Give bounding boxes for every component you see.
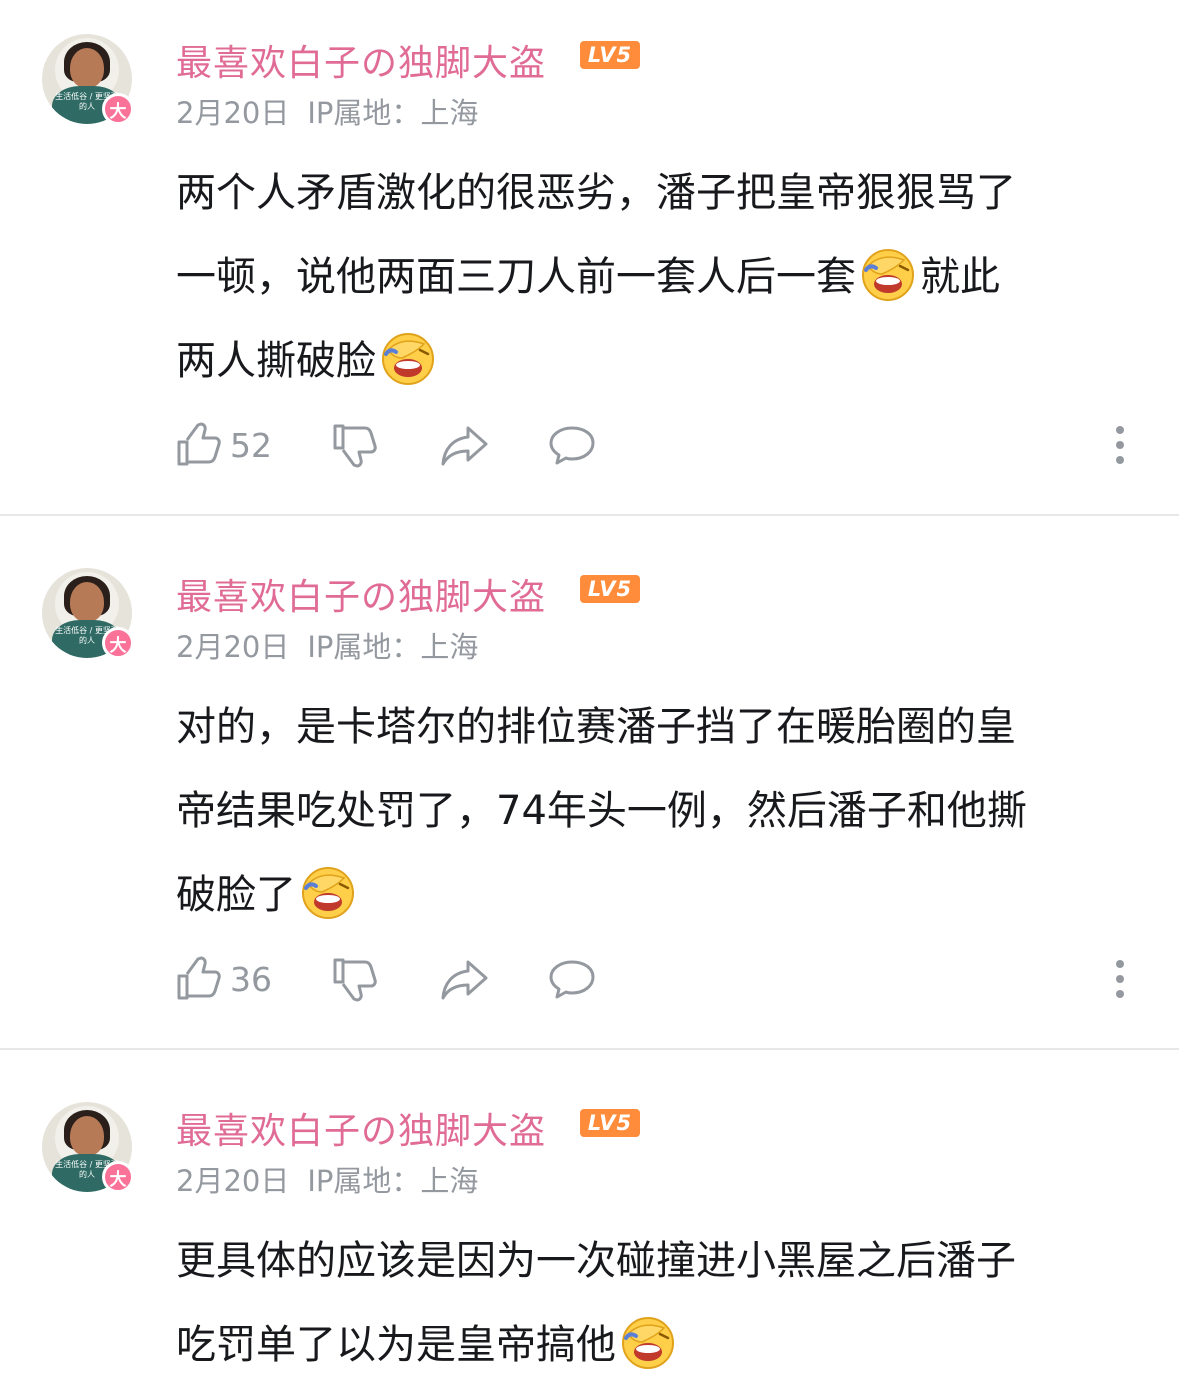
comment-meta: 2月20日 IP属地：上海 bbox=[176, 1158, 478, 1200]
username[interactable]: 最喜欢白子の独脚大盗 bbox=[176, 1102, 546, 1154]
comment-line: 对的，是卡塔尔的排位赛潘子挡了在暖胎圈的皇 bbox=[176, 704, 1016, 750]
comment-line: 吃罚单了以为是皇帝搞他 bbox=[176, 1303, 1136, 1387]
more-vertical-icon[interactable] bbox=[1116, 420, 1124, 470]
comment-actions: 36 bbox=[176, 954, 1136, 1004]
reply-button[interactable] bbox=[548, 420, 596, 470]
comment-date: 2月20日 bbox=[176, 1164, 290, 1198]
comment-line-text: 吃罚单了以为是皇帝搞他 bbox=[176, 1322, 616, 1368]
comment-date: 2月20日 bbox=[176, 630, 290, 664]
ip-location: IP属地：上海 bbox=[307, 630, 479, 664]
comment-date: 2月20日 bbox=[176, 96, 290, 130]
comment-line-text: 一顿，说他两面三刀人前一套人后一套 bbox=[176, 254, 856, 300]
like-count: 36 bbox=[230, 959, 272, 999]
comment-item: 生活低谷 / 更坚强的人 大 最喜欢白子の独脚大盗 LV5 2月20日 IP属地：… bbox=[0, 1068, 1179, 1383]
comment-text: 更具体的应该是因为一次碰撞进小黑屋之后潘子 吃罚单了以为是皇帝搞他 bbox=[176, 1219, 1136, 1387]
avatar-badge: 大 bbox=[102, 93, 134, 125]
reply-bubble-icon bbox=[549, 960, 595, 999]
comment-meta: 2月20日 IP属地：上海 bbox=[176, 90, 478, 132]
like-button[interactable]: 36 bbox=[176, 954, 272, 1004]
facepalm-laugh-emoji bbox=[300, 864, 356, 920]
comment-line: 两个人矛盾激化的很恶劣，潘子把皇帝狠狠骂了 bbox=[176, 170, 1016, 216]
level-badge: LV5 bbox=[580, 41, 640, 69]
comment-text: 两个人矛盾激化的很恶劣，潘子把皇帝狠狠骂了 一顿，说他两面三刀人前一套人后一套 就… bbox=[176, 151, 1136, 403]
level-badge: LV5 bbox=[580, 1109, 640, 1137]
comment-line-text: 就此 bbox=[920, 254, 1000, 300]
comment-line: 两人撕破脸 bbox=[176, 319, 1136, 403]
share-button[interactable] bbox=[440, 420, 490, 470]
facepalm-laugh-emoji bbox=[620, 1314, 676, 1370]
thumbs-down-icon bbox=[333, 424, 377, 468]
level-badge: LV5 bbox=[580, 575, 640, 603]
share-button[interactable] bbox=[440, 954, 490, 1004]
share-icon bbox=[441, 960, 488, 1000]
avatar-badge: 大 bbox=[102, 627, 134, 659]
comment-item: 生活低谷 / 更坚强的人 大 最喜欢白子の独脚大盗 LV5 2月20日 IP属地：… bbox=[0, 534, 1179, 1049]
comment-line: 更具体的应该是因为一次碰撞进小黑屋之后潘子 bbox=[176, 1238, 1016, 1284]
username[interactable]: 最喜欢白子の独脚大盗 bbox=[176, 34, 546, 86]
dislike-button[interactable] bbox=[332, 420, 378, 470]
reply-button[interactable] bbox=[548, 954, 596, 1004]
more-vertical-icon[interactable] bbox=[1116, 954, 1124, 1004]
comment-actions: 52 bbox=[176, 420, 1136, 470]
comment-line-text: 破脸了 bbox=[176, 872, 296, 918]
thumbs-up-icon bbox=[177, 422, 221, 466]
thumbs-up-icon bbox=[177, 956, 221, 1000]
like-count: 52 bbox=[230, 425, 272, 465]
comment-line-text: 两人撕破脸 bbox=[176, 338, 376, 384]
thumbs-down-icon bbox=[333, 958, 377, 1002]
comment-line: 一顿，说他两面三刀人前一套人后一套 就此 bbox=[176, 235, 1136, 319]
avatar-badge: 大 bbox=[102, 1161, 134, 1193]
comment-line: 帝结果吃处罚了，74年头一例，然后潘子和他撕 bbox=[176, 788, 1027, 834]
divider bbox=[0, 514, 1179, 516]
share-icon bbox=[441, 426, 488, 466]
like-button[interactable]: 52 bbox=[176, 420, 272, 470]
ip-location: IP属地：上海 bbox=[307, 96, 479, 130]
comment-item: 生活低谷 / 更坚强的人 大 最喜欢白子の独脚大盗 LV5 2月20日 IP属地：… bbox=[0, 0, 1179, 515]
ip-location: IP属地：上海 bbox=[307, 1164, 479, 1198]
comment-line: 破脸了 bbox=[176, 853, 1136, 937]
divider bbox=[0, 1048, 1179, 1050]
dislike-button[interactable] bbox=[332, 954, 378, 1004]
reply-bubble-icon bbox=[549, 426, 595, 465]
username[interactable]: 最喜欢白子の独脚大盗 bbox=[176, 568, 546, 620]
facepalm-laugh-emoji bbox=[380, 330, 436, 386]
facepalm-laugh-emoji bbox=[860, 246, 916, 302]
comment-meta: 2月20日 IP属地：上海 bbox=[176, 624, 478, 666]
comment-text: 对的，是卡塔尔的排位赛潘子挡了在暖胎圈的皇 帝结果吃处罚了，74年头一例，然后潘… bbox=[176, 685, 1136, 937]
